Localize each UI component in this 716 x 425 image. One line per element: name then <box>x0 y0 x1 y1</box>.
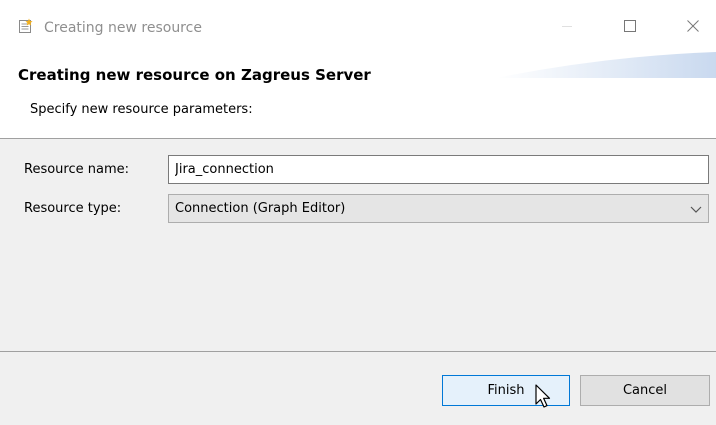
window-title: Creating new resource <box>44 20 202 36</box>
dialog-banner: Creating new resource on Zagreus Server … <box>0 52 716 138</box>
chevron-down-icon <box>690 206 702 213</box>
resource-type-select[interactable]: Connection (Graph Editor) <box>168 194 709 223</box>
close-icon <box>687 20 699 32</box>
mouse-pointer-icon <box>535 384 551 408</box>
banner-title: Creating new resource on Zagreus Server <box>18 66 371 84</box>
resource-type-label: Resource type: <box>24 201 122 216</box>
resource-name-label: Resource name: <box>24 162 129 177</box>
dialog-window: Creating new resource Creating new resou… <box>0 0 716 425</box>
cancel-button[interactable]: Cancel <box>580 375 710 406</box>
resource-name-input[interactable] <box>168 155 709 184</box>
minimize-button[interactable] <box>547 10 587 42</box>
maximize-button[interactable] <box>610 10 650 42</box>
new-resource-icon <box>19 18 33 33</box>
banner-decoration <box>496 52 716 78</box>
button-bar: Finish Cancel <box>0 352 716 425</box>
minimize-icon <box>562 26 572 27</box>
maximize-icon <box>624 20 636 32</box>
resource-type-value: Connection (Graph Editor) <box>175 201 346 216</box>
close-button[interactable] <box>673 10 713 42</box>
banner-subtitle: Specify new resource parameters: <box>30 102 253 117</box>
form-area: Resource name: Resource type: Connection… <box>0 139 716 351</box>
title-bar: Creating new resource <box>0 0 716 52</box>
